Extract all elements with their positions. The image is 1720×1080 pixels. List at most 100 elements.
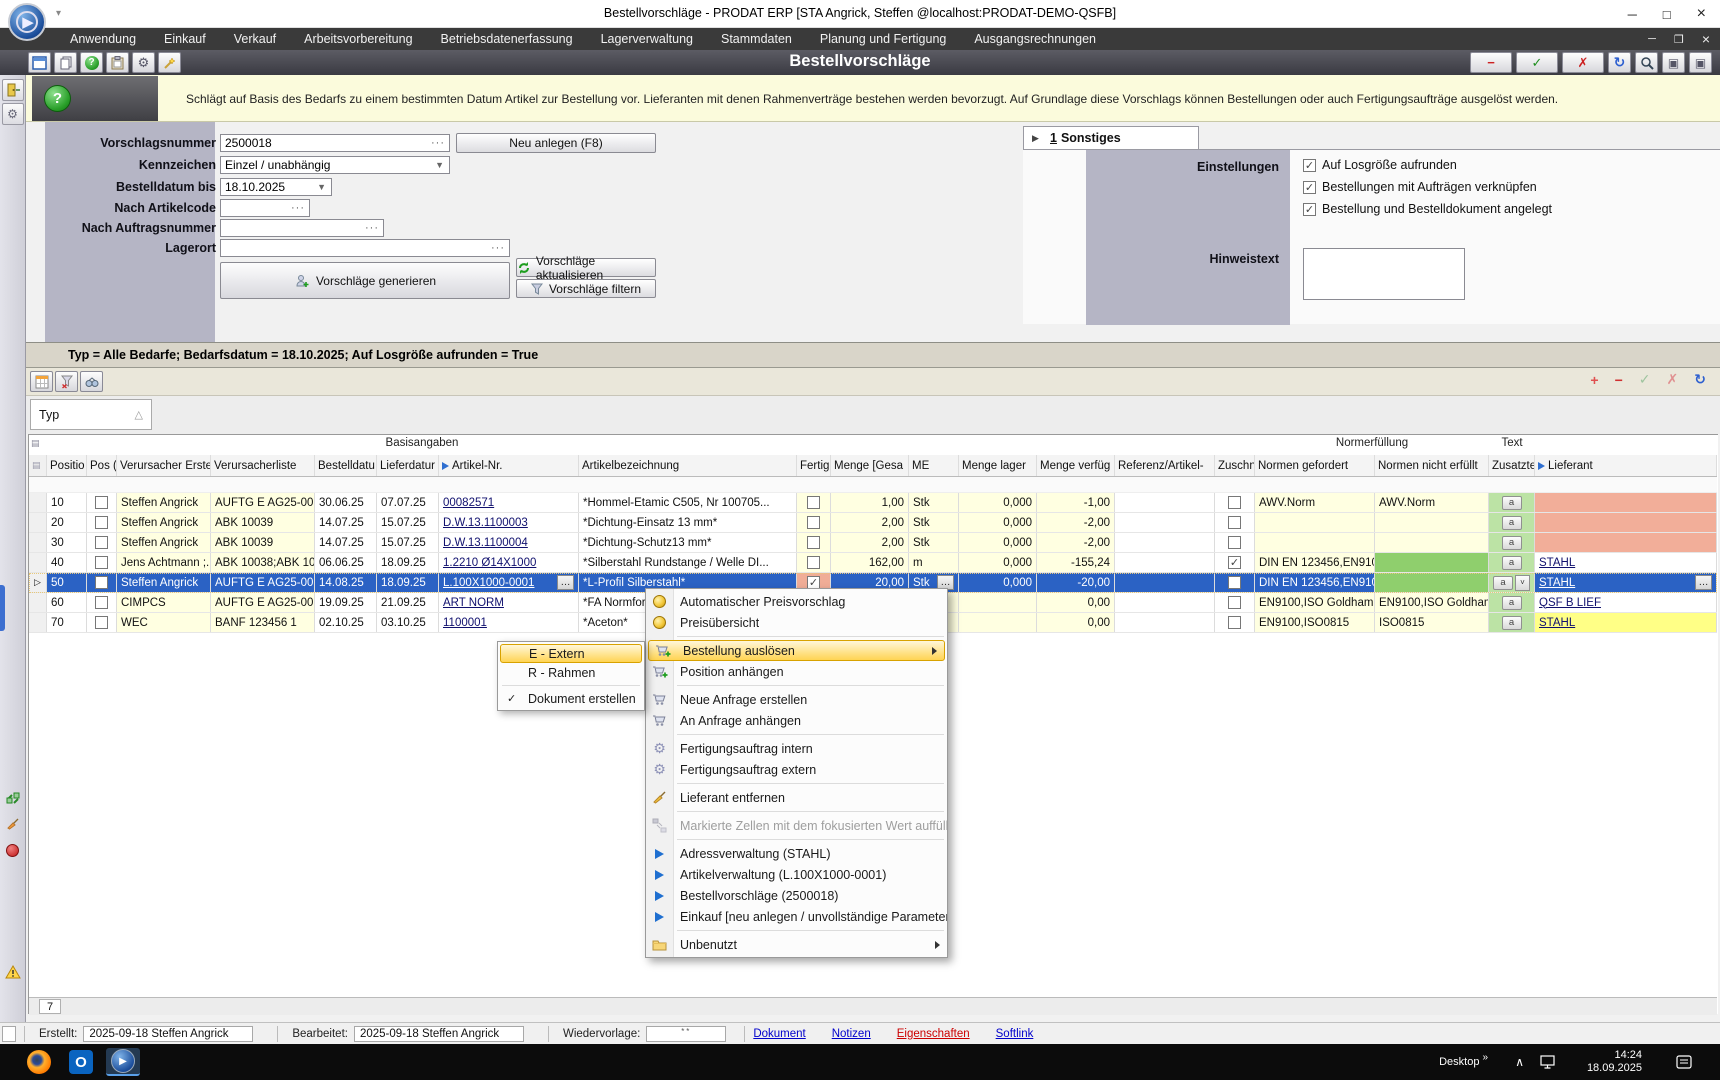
cell-normen_nicht_erfuellt[interactable]: AWV.Norm bbox=[1375, 493, 1489, 512]
column-header-normen_nicht_erfuellt[interactable]: Normen nicht erfüllt bbox=[1375, 455, 1489, 476]
cell-lieferdatum[interactable]: 03.10.25 bbox=[377, 613, 439, 632]
row-remove-icon[interactable]: − bbox=[1615, 372, 1623, 388]
cell-zusatz[interactable]: a bbox=[1489, 513, 1535, 532]
cell-fertig[interactable] bbox=[797, 533, 831, 552]
column-header-zuschnitt[interactable]: Zuschn bbox=[1215, 455, 1255, 476]
cell-marker[interactable] bbox=[29, 593, 47, 612]
close-button[interactable]: × bbox=[1697, 5, 1706, 23]
settings-checkbox-auf-losgröße-aufrunden[interactable]: Auf Losgröße aufrunden bbox=[1303, 158, 1457, 172]
cell-normen_gefordert[interactable]: EN9100,ISO Goldham... bbox=[1255, 593, 1375, 612]
filter-remove-icon[interactable] bbox=[55, 371, 78, 392]
cell-bezeichnung[interactable]: *Hommel-Etamic C505, Nr 100705... bbox=[579, 493, 797, 512]
context-menu-item-markierte-zellen-mit-dem-fokusierten-wert-auffüllen[interactable]: Markierte Zellen mit dem fokusierten Wer… bbox=[646, 815, 947, 836]
cell-menge_verfuegbar[interactable]: -20,00 bbox=[1037, 573, 1115, 592]
cell-pos[interactable]: 50 bbox=[47, 573, 87, 592]
record-stop-icon[interactable] bbox=[2, 839, 24, 861]
cell-menge_lager[interactable]: 0,000 bbox=[959, 573, 1037, 592]
cell-posb[interactable] bbox=[87, 553, 117, 572]
chevron-down-icon[interactable]: ▼ bbox=[430, 160, 449, 170]
column-header-menge[interactable]: Menge [Gesa bbox=[831, 455, 909, 476]
cell-artikel[interactable]: D.W.13.1100004 bbox=[439, 533, 579, 552]
cell-menge_lager[interactable]: 0,000 bbox=[959, 553, 1037, 572]
cell-verursacher[interactable]: WEC bbox=[117, 613, 211, 632]
context-menu-item-an-anfrage-anhängen[interactable]: An Anfrage anhängen bbox=[646, 710, 947, 731]
footer-link-notizen[interactable]: Notizen bbox=[832, 1028, 871, 1040]
cell-zuschnitt[interactable] bbox=[1215, 493, 1255, 512]
warning-icon[interactable] bbox=[2, 961, 24, 983]
artikel-link[interactable]: 1100001 bbox=[443, 617, 487, 629]
window-cascade-icon[interactable]: ▣ bbox=[1689, 52, 1712, 73]
column-header-posb[interactable]: Pos (B bbox=[87, 455, 117, 476]
table-row-20[interactable]: 20Steffen AngrickABK 1003914.07.2515.07.… bbox=[29, 513, 1717, 533]
cell-bestelldatum[interactable]: 06.06.25 bbox=[315, 553, 377, 572]
checkbox-icon[interactable] bbox=[95, 616, 108, 629]
bestelldatum-field[interactable]: ▼ bbox=[220, 178, 332, 196]
cell-normen_nicht_erfuellt[interactable] bbox=[1375, 573, 1489, 592]
checkbox-icon[interactable] bbox=[1303, 181, 1316, 194]
menu-item-einkauf[interactable]: Einkauf bbox=[150, 28, 220, 50]
cell-posb[interactable] bbox=[87, 593, 117, 612]
context-menu-item-artikelverwaltung-l-100x1000-0001[interactable]: Artikelverwaltung (L.100X1000-0001) bbox=[646, 864, 947, 885]
vorschlagsnummer-input[interactable] bbox=[221, 136, 427, 150]
menu-item-verkauf[interactable]: Verkauf bbox=[220, 28, 290, 50]
cell-pos[interactable]: 60 bbox=[47, 593, 87, 612]
link-icon[interactable] bbox=[2, 787, 24, 809]
lieferant-link[interactable]: QSF B LIEF bbox=[1539, 597, 1601, 609]
cell-menge_verfuegbar[interactable]: -2,00 bbox=[1037, 513, 1115, 532]
zusatztext-button[interactable]: a bbox=[1493, 576, 1513, 590]
row-accept-icon[interactable]: ✓ bbox=[1639, 371, 1651, 388]
table-row-40[interactable]: 40Jens Achtmann ;...ABK 10038;ABK 10...0… bbox=[29, 553, 1717, 573]
checkbox-icon[interactable] bbox=[807, 536, 820, 549]
context-menu-item-adressverwaltung-stahl[interactable]: Adressverwaltung (STAHL) bbox=[646, 843, 947, 864]
column-header-marker[interactable]: ▤ bbox=[29, 455, 47, 476]
cell-zusatz[interactable]: a˅ bbox=[1489, 573, 1535, 592]
menu-item-ausgangsrechnungen[interactable]: Ausgangsrechnungen bbox=[960, 28, 1110, 50]
context-menu-item-preisübersicht[interactable]: Preisübersicht bbox=[646, 612, 947, 633]
cell-referenz[interactable] bbox=[1115, 573, 1215, 592]
kennzeichen-dropdown[interactable]: ▼ bbox=[220, 156, 450, 174]
cell-artikel[interactable]: 1.2210 Ø14X1000 bbox=[439, 553, 579, 572]
tab-sonstiges[interactable]: ▶ 1 Sonstiges bbox=[1023, 126, 1199, 149]
cell-marker[interactable] bbox=[29, 553, 47, 572]
cell-menge_verfuegbar[interactable]: 0,00 bbox=[1037, 613, 1115, 632]
checkbox-icon[interactable] bbox=[1228, 576, 1241, 589]
cell-posb[interactable] bbox=[87, 573, 117, 592]
cell-artikel[interactable]: ART NORM bbox=[439, 593, 579, 612]
lagerort-input[interactable] bbox=[221, 241, 487, 255]
cell-marker[interactable] bbox=[29, 513, 47, 532]
lagerort-field[interactable]: ··· bbox=[220, 239, 510, 257]
cell-verursacher[interactable]: CIMPCS bbox=[117, 593, 211, 612]
cell-artikel[interactable]: 00082571 bbox=[439, 493, 579, 512]
zusatztext-button[interactable]: a bbox=[1502, 596, 1522, 610]
lookup-ellipsis-icon[interactable]: ··· bbox=[287, 202, 309, 214]
checkbox-icon[interactable] bbox=[1228, 616, 1241, 629]
cell-menge_verfuegbar[interactable]: -155,24 bbox=[1037, 553, 1115, 572]
context-menu-item-unbenutzt[interactable]: Unbenutzt bbox=[646, 934, 947, 955]
cell-normen_nicht_erfuellt[interactable] bbox=[1375, 553, 1489, 572]
cell-menge_verfuegbar[interactable]: -1,00 bbox=[1037, 493, 1115, 512]
cell-fertig[interactable] bbox=[797, 513, 831, 532]
cell-menge[interactable]: 162,00 bbox=[831, 553, 909, 572]
cell-me[interactable]: Stk bbox=[909, 533, 959, 552]
cell-lieferdatum[interactable]: 18.09.25 bbox=[377, 553, 439, 572]
cell-referenz[interactable] bbox=[1115, 513, 1215, 532]
zusatztext-button[interactable]: a bbox=[1502, 516, 1522, 530]
artikel-link[interactable]: ART NORM bbox=[443, 597, 504, 609]
column-header-menge_verfuegbar[interactable]: Menge verfüg bbox=[1037, 455, 1115, 476]
menu-item-planung-und-fertigung[interactable]: Planung und Fertigung bbox=[806, 28, 960, 50]
cell-menge_verfuegbar[interactable]: -2,00 bbox=[1037, 533, 1115, 552]
exit-icon[interactable] bbox=[2, 79, 24, 101]
remove-button[interactable]: − bbox=[1470, 52, 1512, 73]
checkbox-icon[interactable] bbox=[1228, 556, 1241, 569]
checkbox-icon[interactable] bbox=[95, 596, 108, 609]
mdi-minimize-button[interactable]: ─ bbox=[1648, 33, 1656, 45]
cell-zuschnitt[interactable] bbox=[1215, 553, 1255, 572]
row-cancel-icon[interactable]: ✗ bbox=[1667, 371, 1679, 388]
column-header-bezeichnung[interactable]: Artikelbezeichnung bbox=[579, 455, 797, 476]
cell-marker[interactable] bbox=[29, 533, 47, 552]
checkbox-icon[interactable] bbox=[1303, 203, 1316, 216]
cell-artikel[interactable]: D.W.13.1100003 bbox=[439, 513, 579, 532]
sidebar-gear-icon[interactable]: ⚙ bbox=[2, 103, 24, 125]
cell-zusatz[interactable]: a bbox=[1489, 533, 1535, 552]
cell-normen_gefordert[interactable]: DIN EN 123456,EN9100 bbox=[1255, 573, 1375, 592]
